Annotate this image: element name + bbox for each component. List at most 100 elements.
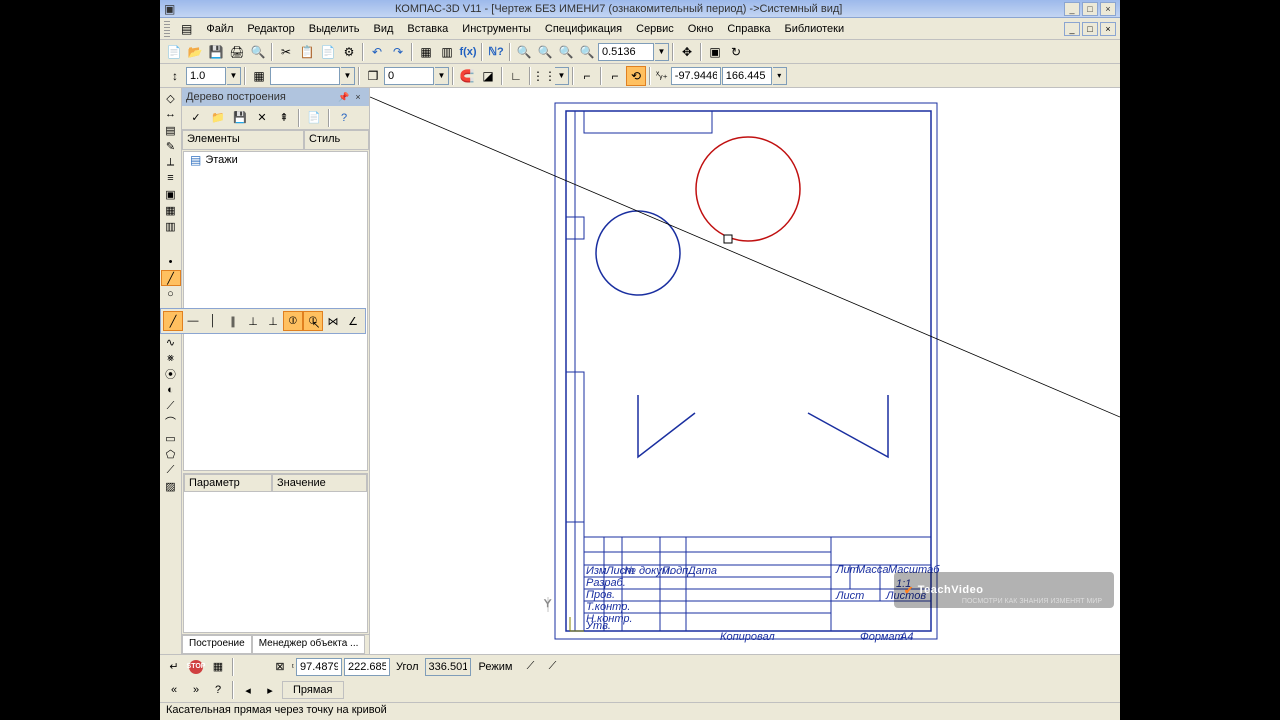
coord-dropdown[interactable]: ▾ (773, 67, 787, 85)
menu-select[interactable]: Выделить (302, 20, 367, 38)
mode1-icon[interactable]: ⟋ (520, 657, 540, 677)
layer-dropdown[interactable]: ▼ (435, 67, 449, 85)
doc-maximize-button[interactable]: □ (1082, 22, 1098, 36)
panel-close-icon[interactable]: × (351, 90, 365, 104)
tree-item[interactable]: ▤ Этажи (184, 152, 367, 168)
scale-input[interactable] (186, 67, 226, 85)
orient-icon[interactable]: ▣ (705, 42, 725, 62)
drawing-canvas[interactable]: Изм Лист № докум. Подп. Дата Разраб. Про… (370, 88, 1120, 654)
properties-icon[interactable]: ⚙ (339, 42, 359, 62)
help-icon[interactable]: ℕ? (486, 42, 506, 62)
menu-help[interactable]: Справка (720, 20, 777, 38)
zoom-in-icon[interactable]: 🔍 (535, 42, 555, 62)
bb-y-input[interactable] (344, 658, 390, 676)
state-icon[interactable]: ▦ (249, 66, 269, 86)
angle-line-icon[interactable]: ∠ (343, 311, 363, 331)
coord-mode-icon[interactable]: ⊠ (270, 657, 290, 677)
stop-icon[interactable]: STOP (186, 657, 206, 677)
coord-y-input[interactable] (722, 67, 772, 85)
layer-icon[interactable]: ❒ (363, 66, 383, 86)
mode2-icon[interactable]: ⟋ (542, 657, 562, 677)
scale-icon[interactable]: ↕ (165, 66, 185, 86)
zoom-window-icon[interactable]: 🔍 (514, 42, 534, 62)
menu-service[interactable]: Сервис (629, 20, 681, 38)
report-icon[interactable]: ▥ (161, 218, 181, 234)
param-icon[interactable]: ⟂ (161, 154, 181, 170)
menu-spec[interactable]: Спецификация (538, 20, 629, 38)
symbols-icon[interactable]: ▤ (161, 122, 181, 138)
fillet-icon[interactable]: ⌒ (161, 414, 181, 430)
hatch-icon[interactable]: ▨ (161, 478, 181, 494)
command-tab[interactable]: Прямая (282, 681, 344, 699)
magnet-icon[interactable]: 🧲 (457, 66, 477, 86)
tool-c-icon[interactable]: ◐ (161, 382, 181, 398)
select-icon[interactable]: ▣ (161, 186, 181, 202)
zoom-out-icon[interactable]: 🔍 (556, 42, 576, 62)
chamfer-icon[interactable]: ⟋ (161, 398, 181, 414)
pt-new-icon[interactable]: 📄 (304, 108, 324, 128)
menu-file[interactable]: Файл (199, 20, 240, 38)
aux-line-icon[interactable]: ╱ (163, 311, 183, 331)
redo-icon[interactable]: ↷ (388, 42, 408, 62)
snap-dropdown[interactable]: ▼ (555, 67, 569, 85)
close-button[interactable]: × (1100, 2, 1116, 16)
tab-manager[interactable]: Менеджер объекта ... (252, 635, 366, 654)
snap-grid-icon[interactable]: ⋮⋮ (534, 66, 554, 86)
tangent-two-icon[interactable]: ⦶↖ (303, 311, 323, 331)
circle-icon[interactable]: ○ (161, 286, 181, 302)
pt-folder-icon[interactable]: 📁 (208, 108, 228, 128)
contour-icon[interactable]: ⟋ (161, 462, 181, 478)
state-dropdown[interactable]: ▼ (341, 67, 355, 85)
apply-icon[interactable]: ↵ (164, 657, 184, 677)
minimize-button[interactable]: _ (1064, 2, 1080, 16)
doc-minimize-button[interactable]: _ (1064, 22, 1080, 36)
pt-help-icon[interactable]: ? (334, 108, 354, 128)
tool-b-icon[interactable]: ⦿ (161, 366, 181, 382)
geometry-icon[interactable]: ◇ (161, 90, 181, 106)
redraw-icon[interactable]: ↻ (726, 42, 746, 62)
perp-icon[interactable]: ⊥ (243, 311, 263, 331)
tool-a-icon[interactable]: ⨳ (161, 350, 181, 366)
print-icon[interactable]: 🖨 (227, 42, 247, 62)
variables-icon[interactable]: ▥ (437, 42, 457, 62)
nav-first-icon[interactable]: « (164, 680, 184, 700)
localcs-icon[interactable]: ⌐ (577, 66, 597, 86)
measure-icon[interactable]: ≡ (161, 170, 181, 186)
copy-icon[interactable]: 📋 (297, 42, 317, 62)
layer-input[interactable] (384, 67, 434, 85)
tangent-point-icon[interactable]: ⦶ (283, 311, 303, 331)
pt-delete-icon[interactable]: ✕ (252, 108, 272, 128)
scroll-left-icon[interactable]: ◂ (238, 680, 258, 700)
spec-icon[interactable]: ▦ (161, 202, 181, 218)
ortho-icon[interactable]: ∟ (506, 66, 526, 86)
zoom-input[interactable] (598, 43, 654, 61)
new-icon[interactable]: 📄 (164, 42, 184, 62)
auto-create-icon[interactable]: ▦ (208, 657, 228, 677)
paste-icon[interactable]: 📄 (318, 42, 338, 62)
menu-edit[interactable]: Редактор (240, 20, 301, 38)
cut-icon[interactable]: ✂ (276, 42, 296, 62)
doc-close-button[interactable]: × (1100, 22, 1116, 36)
point-icon[interactable]: • (161, 254, 181, 270)
hline-icon[interactable]: — (183, 311, 203, 331)
grid-icon[interactable]: ▦ (416, 42, 436, 62)
coord-x-input[interactable] (671, 67, 721, 85)
preview-icon[interactable]: 🔍 (248, 42, 268, 62)
menu-tools[interactable]: Инструменты (455, 20, 538, 38)
menu-insert[interactable]: Вставка (400, 20, 455, 38)
spline-icon[interactable]: ∿ (161, 334, 181, 350)
state-input[interactable] (270, 67, 340, 85)
pt-save-icon[interactable]: 💾 (230, 108, 250, 128)
rect-icon[interactable]: ▭ (161, 430, 181, 446)
pt-check-icon[interactable]: ✓ (186, 108, 206, 128)
gripper[interactable] (164, 21, 170, 37)
nav-help-icon[interactable]: ? (208, 680, 228, 700)
poly-icon[interactable]: ⬠ (161, 446, 181, 462)
save-icon[interactable]: 💾 (206, 42, 226, 62)
pt-up-icon[interactable]: ⇞ (274, 108, 294, 128)
dims-icon[interactable]: ↔ (161, 106, 181, 122)
zoom-dropdown[interactable]: ▼ (655, 43, 669, 61)
menu-libs[interactable]: Библиотеки (778, 20, 852, 38)
scroll-right-icon[interactable]: ▸ (260, 680, 280, 700)
bb-angle-input[interactable] (425, 658, 471, 676)
